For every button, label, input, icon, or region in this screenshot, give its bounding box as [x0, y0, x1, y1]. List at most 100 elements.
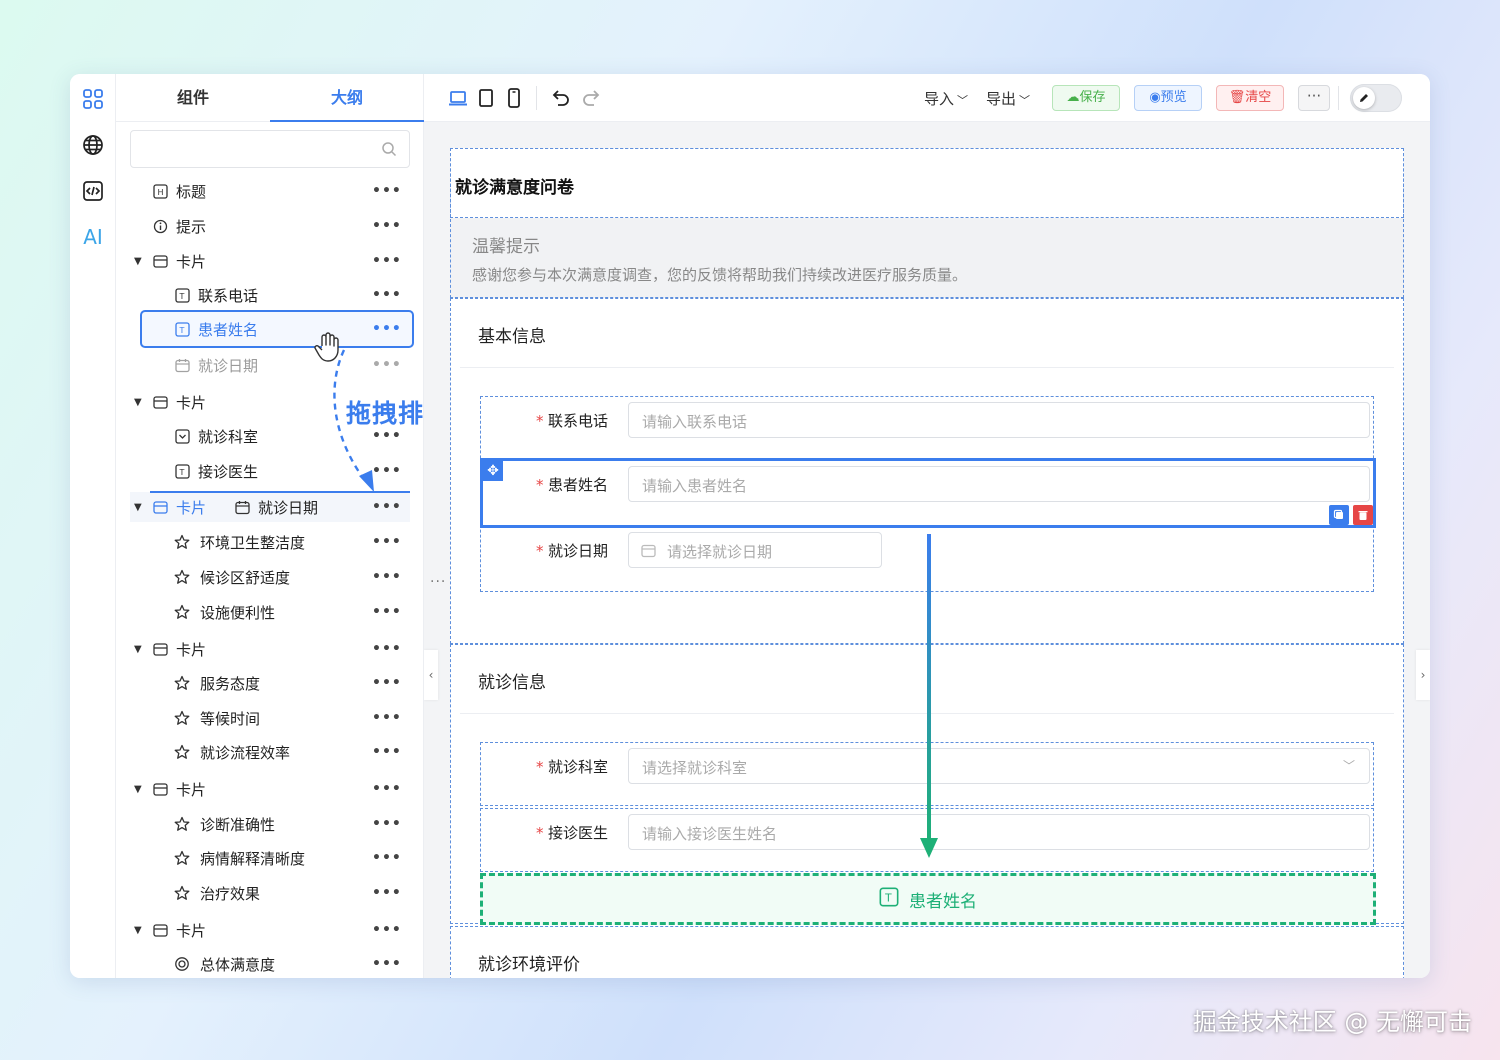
- more-icon[interactable]: •••: [372, 287, 402, 303]
- phone-input[interactable]: 请输入联系电话: [628, 402, 1370, 438]
- tree-item-phone[interactable]: T 联系电话 •••: [116, 280, 416, 310]
- tree-item-tip[interactable]: 提示 •••: [116, 211, 416, 241]
- more-icon[interactable]: •••: [372, 850, 402, 866]
- more-icon[interactable]: •••: [372, 710, 402, 726]
- tree-item-card[interactable]: ▼ 卡片 •••: [116, 634, 416, 664]
- tree-item-wait[interactable]: 等候时间 •••: [116, 703, 416, 733]
- more-button[interactable]: ···: [1298, 85, 1330, 111]
- star-icon: [174, 534, 190, 550]
- tree-item-card[interactable]: ▼ 卡片 •••: [116, 915, 416, 945]
- collapse-left-icon[interactable]: ‹: [424, 650, 438, 700]
- tree-item-card[interactable]: ▼ 卡片 •••: [116, 246, 416, 276]
- more-icon[interactable]: •••: [372, 604, 402, 620]
- trash-icon: 🗑: [1228, 90, 1246, 105]
- tree-item-comfort[interactable]: 候诊区舒适度 •••: [116, 562, 416, 592]
- preview-button[interactable]: ◉预览: [1134, 85, 1202, 111]
- text-field-icon: T: [174, 463, 190, 479]
- more-icon[interactable]: •••: [372, 569, 402, 585]
- tree-item-card[interactable]: ▼ 卡片 •••: [116, 774, 416, 804]
- tree-item-overall[interactable]: 总体满意度 •••: [116, 949, 416, 978]
- tree-item-label: 卡片: [176, 252, 207, 271]
- field-label: 就诊科室: [548, 758, 609, 776]
- caret-down-icon[interactable]: ▼: [134, 256, 142, 267]
- resize-handle-icon[interactable]: ···: [430, 574, 446, 590]
- copy-icon[interactable]: [1329, 505, 1349, 525]
- more-icon[interactable]: •••: [372, 183, 402, 199]
- import-menu[interactable]: 导入 ﹀: [924, 88, 968, 109]
- caret-down-icon[interactable]: ▼: [134, 784, 142, 795]
- more-icon[interactable]: •••: [372, 781, 402, 797]
- undo-icon[interactable]: [548, 86, 572, 110]
- more-icon[interactable]: •••: [372, 253, 402, 269]
- ai-icon[interactable]: AI: [81, 225, 105, 249]
- tree-item-label: 等候时间: [200, 709, 261, 728]
- tab-components[interactable]: 组件: [116, 74, 270, 122]
- laptop-view-icon[interactable]: [446, 86, 470, 110]
- delete-icon[interactable]: [1353, 505, 1373, 525]
- info-icon: [152, 218, 168, 234]
- move-arrow-icon: [920, 534, 938, 858]
- tree-item-label: 卡片: [176, 393, 207, 412]
- caret-down-icon[interactable]: ▼: [134, 925, 142, 936]
- more-icon[interactable]: •••: [372, 641, 402, 657]
- drop-placeholder[interactable]: T 患者姓名: [480, 873, 1376, 925]
- tree-item-efficiency[interactable]: 就诊流程效率 •••: [116, 737, 416, 767]
- tree-item-hygiene[interactable]: 环境卫生整洁度 •••: [116, 527, 416, 557]
- radio-icon: [174, 956, 190, 972]
- tree-item-heading[interactable]: H 标题 •••: [116, 176, 416, 206]
- preview-label: 预览: [1160, 90, 1187, 105]
- more-icon[interactable]: •••: [372, 816, 402, 832]
- input-placeholder: 请输入患者姓名: [642, 477, 748, 495]
- more-icon[interactable]: •••: [372, 744, 402, 760]
- card-icon: [152, 499, 168, 515]
- department-select[interactable]: 请选择就诊科室 ﹀: [628, 748, 1370, 784]
- tab-outline[interactable]: 大纲: [270, 74, 424, 122]
- tree-item-attitude[interactable]: 服务态度 •••: [116, 668, 416, 698]
- collapse-right-icon[interactable]: ›: [1416, 650, 1430, 700]
- tree-item-facility[interactable]: 设施便利性 •••: [116, 597, 416, 627]
- more-icon[interactable]: •••: [372, 218, 402, 234]
- more-icon[interactable]: •••: [372, 922, 402, 938]
- tree-item-accuracy[interactable]: 诊断准确性 •••: [116, 809, 416, 839]
- heading-icon: H: [152, 183, 168, 199]
- export-menu[interactable]: 导出 ﹀: [986, 88, 1030, 109]
- tree-item-effect[interactable]: 治疗效果 •••: [116, 878, 416, 908]
- save-button[interactable]: ☁保存: [1052, 85, 1120, 111]
- search-input[interactable]: [130, 130, 410, 168]
- required-mark: *: [536, 824, 544, 842]
- more-icon[interactable]: •••: [372, 885, 402, 901]
- tip-block[interactable]: 温馨提示 感谢您参与本次满意度调查，您的反馈将帮助我们持续改进医疗服务质量。: [450, 218, 1404, 298]
- card-environment[interactable]: 就诊环境评价: [450, 926, 1404, 978]
- globe-icon[interactable]: [81, 133, 105, 157]
- toolbar-divider: [536, 86, 537, 110]
- text-field-icon: T: [879, 887, 899, 912]
- code-icon[interactable]: [81, 179, 105, 203]
- clear-button[interactable]: 🗑清空: [1216, 85, 1284, 111]
- visit-date-picker[interactable]: 请选择就诊日期: [628, 532, 882, 568]
- more-icon[interactable]: •••: [372, 534, 402, 550]
- more-icon[interactable]: •••: [372, 956, 402, 972]
- form-title-block[interactable]: 就诊满意度问卷: [450, 148, 1404, 218]
- redo-icon[interactable]: [580, 86, 604, 110]
- caret-down-icon[interactable]: ▼: [134, 644, 142, 655]
- star-icon: [174, 569, 190, 585]
- edit-mode-toggle[interactable]: [1350, 84, 1402, 112]
- card-icon: [152, 253, 168, 269]
- doctor-input[interactable]: 请输入接诊医生姓名: [628, 814, 1370, 850]
- caret-down-icon[interactable]: ▼: [134, 397, 142, 408]
- tree-item-clarity[interactable]: 病情解释清晰度 •••: [116, 843, 416, 873]
- watermark: 掘金技术社区 @ 无懈可击: [1192, 1008, 1472, 1036]
- mobile-view-icon[interactable]: [502, 86, 526, 110]
- tree-item-label: 卡片: [176, 780, 207, 799]
- patient-name-input[interactable]: 请输入患者姓名: [628, 466, 1370, 502]
- tablet-view-icon[interactable]: [474, 86, 498, 110]
- outline-panel: 组件 大纲 H 标题 ••• 提示 ••• ▼ 卡片 ••• T 联系电话 ••…: [116, 74, 449, 978]
- drop-placeholder-label: 患者姓名: [909, 891, 977, 912]
- tree-item-label: 提示: [176, 217, 207, 236]
- components-grid-icon[interactable]: [81, 87, 105, 111]
- more-icon[interactable]: •••: [372, 675, 402, 691]
- caret-down-icon[interactable]: ▼: [134, 502, 142, 513]
- pencil-icon: [1353, 87, 1375, 109]
- input-placeholder: 请选择就诊科室: [642, 759, 748, 777]
- card-header: 基本信息: [460, 298, 1394, 368]
